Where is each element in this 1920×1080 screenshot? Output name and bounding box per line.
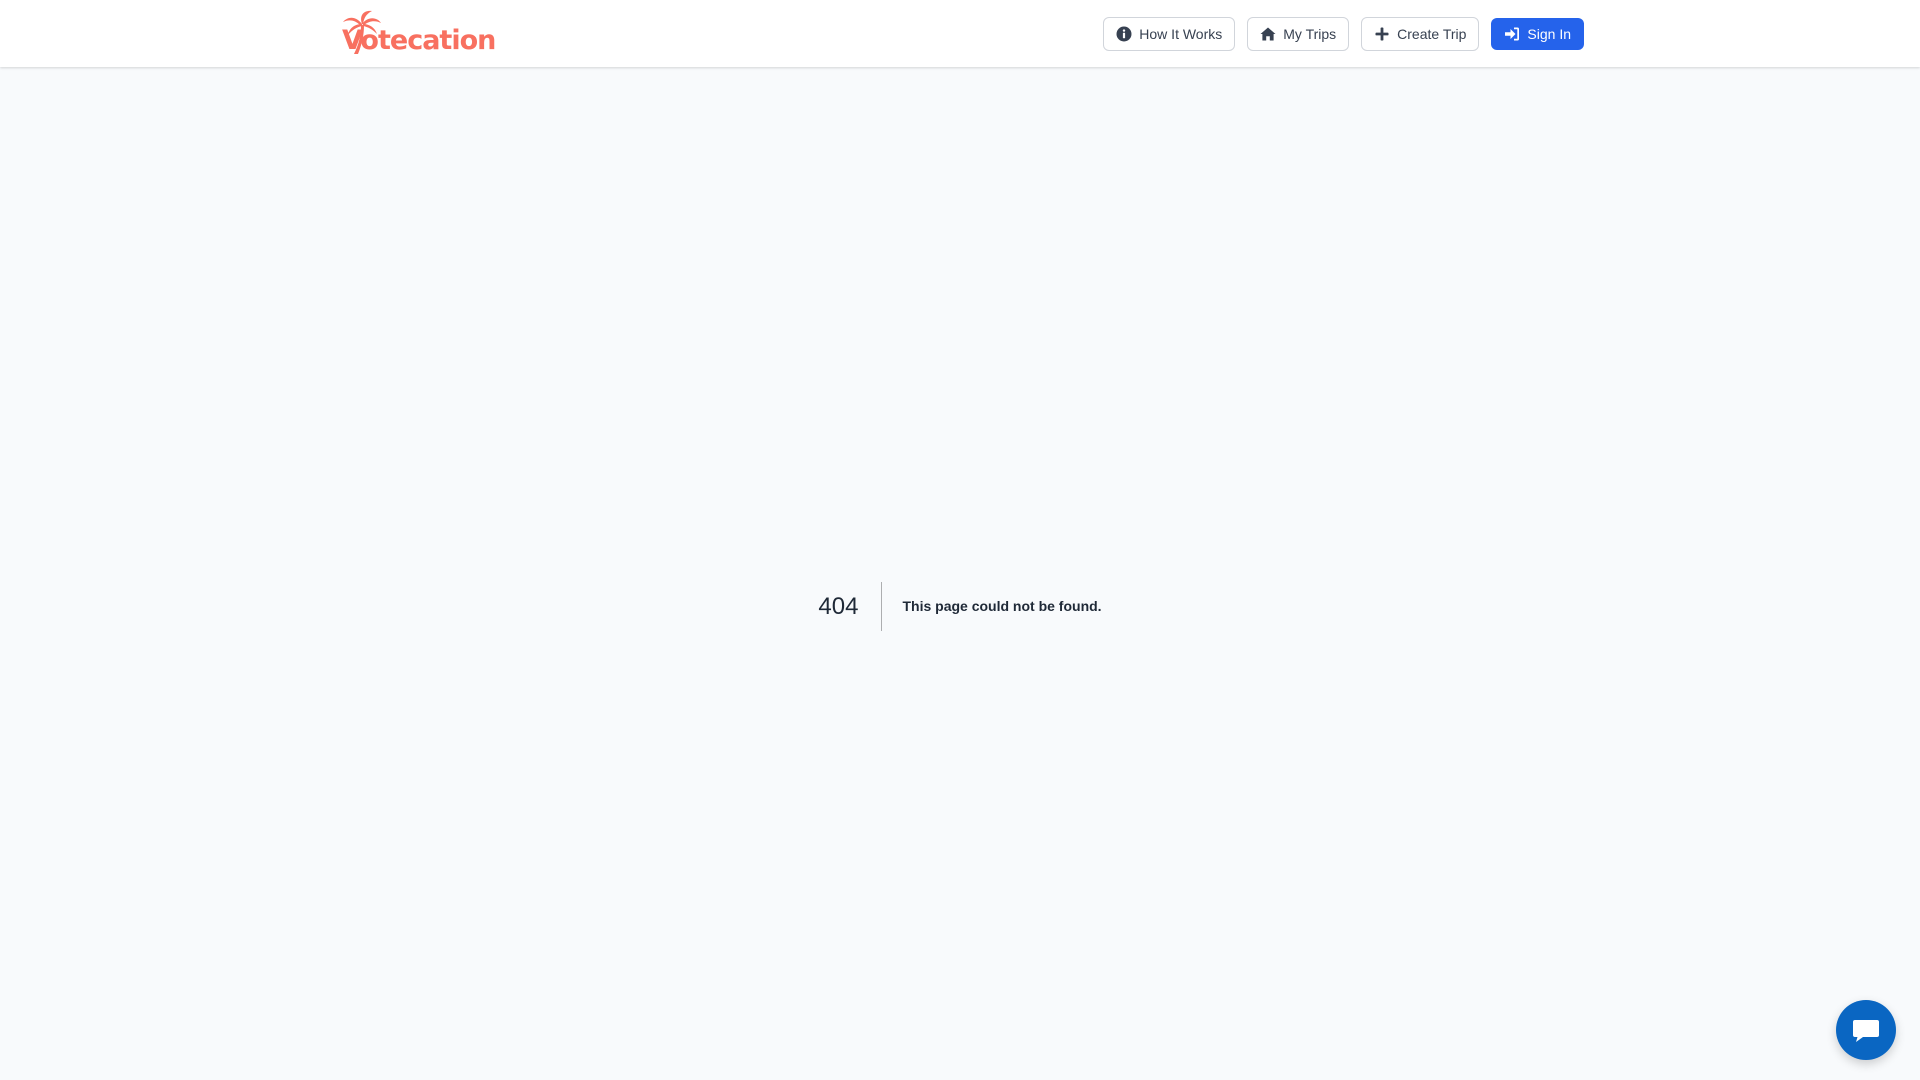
my-trips-button[interactable]: My Trips (1247, 16, 1350, 51)
logo-link[interactable]: Votecation (340, 10, 496, 56)
navbar-inner: Votecation How It Works My Trips Create … (340, 0, 1584, 67)
sign-in-icon (1505, 27, 1520, 40)
logo-text: Votecation (342, 24, 496, 56)
chat-bubble-icon (1853, 1020, 1879, 1042)
how-it-works-button[interactable]: How It Works (1103, 16, 1236, 51)
home-icon (1260, 27, 1276, 40)
how-it-works-label: How It Works (1139, 25, 1223, 42)
plus-icon (1375, 27, 1389, 40)
not-found-section: 404 This page could not be found. (0, 581, 1920, 631)
my-trips-label: My Trips (1283, 25, 1337, 42)
navbar: Votecation How It Works My Trips Create … (0, 0, 1920, 67)
nav-buttons: How It Works My Trips Create Trip Sign I… (1103, 16, 1584, 51)
info-circle-icon (1116, 26, 1132, 41)
chat-launcher-button[interactable] (1836, 1000, 1896, 1060)
create-trip-label: Create Trip (1397, 25, 1467, 42)
error-code: 404 (818, 581, 883, 631)
sign-in-label: Sign In (1527, 25, 1571, 42)
create-trip-button[interactable]: Create Trip (1361, 16, 1480, 51)
sign-in-button[interactable]: Sign In (1491, 17, 1584, 50)
error-message: This page could not be found. (902, 597, 1102, 614)
